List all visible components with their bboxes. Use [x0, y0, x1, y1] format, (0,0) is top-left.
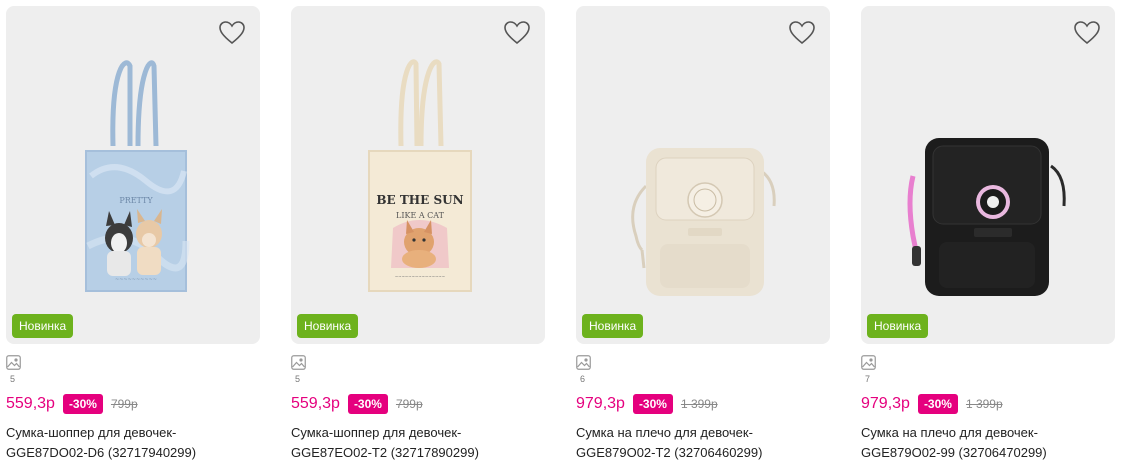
product-title-line[interactable]: Сумка-шоппер для девочек-: [291, 423, 545, 443]
black-crossbody-bag-image: [907, 138, 1066, 296]
current-price: 559,3р: [6, 395, 55, 412]
discount-badge: -30%: [632, 394, 673, 414]
svg-text:~~~~~~~~~~~~~~~: ~~~~~~~~~~~~~~~: [395, 274, 445, 279]
product-title-line[interactable]: GGE87DO02-D6 (32717940299): [6, 443, 260, 463]
product-title-line[interactable]: Сумка на плечо для девочек-: [576, 423, 830, 443]
old-price: 799р: [395, 397, 423, 411]
cream-tote-bag-image: BE THE SUN LIKE A CAT ~~~~~~~~~~~~~~~: [368, 59, 472, 292]
photo-count-value: 5: [295, 374, 301, 384]
photo-count-value: 6: [580, 374, 586, 384]
photo-count-value: 5: [10, 374, 16, 384]
svg-text:PRETTY: PRETTY: [119, 196, 153, 205]
product-card[interactable]: Новинка 7 979,3р -30% 1 399р Сумка на пл…: [861, 6, 1115, 463]
photo-count-value: 7: [865, 374, 871, 384]
discount-badge: -30%: [347, 394, 388, 414]
product-title-line[interactable]: GGE879O02-T2 (32706460299): [576, 443, 830, 463]
product-title-line[interactable]: Сумка-шоппер для девочек-: [6, 423, 260, 443]
photo-count: 5: [291, 355, 545, 386]
product-image[interactable]: Новинка: [861, 6, 1115, 344]
svg-text:BE THE SUN: BE THE SUN: [376, 193, 463, 207]
photo-count: 5: [6, 355, 260, 386]
discount-badge: -30%: [62, 394, 103, 414]
old-price: 1 399р: [680, 397, 718, 411]
current-price: 979,3р: [576, 395, 625, 412]
new-badge: Новинка: [582, 314, 644, 338]
svg-text:LIKE A CAT: LIKE A CAT: [396, 211, 445, 220]
heart-icon[interactable]: [788, 20, 816, 46]
product-title[interactable]: Сумка на плечо для девочек- GGE879O02-99…: [861, 423, 1115, 463]
product-image[interactable]: Новинка: [576, 6, 830, 344]
photo-count: 7: [861, 355, 1115, 386]
old-price: 1 399р: [965, 397, 1003, 411]
denim-tote-bag-image: PRETTY ~~~~~~~~~~: [85, 60, 190, 292]
image-icon: [6, 355, 21, 370]
heart-icon[interactable]: [503, 20, 531, 46]
product-title[interactable]: Сумка-шоппер для девочек- GGE87EO02-T2 (…: [291, 423, 545, 463]
image-icon: [861, 355, 876, 370]
old-price: 799р: [110, 397, 138, 411]
new-badge: Новинка: [12, 314, 74, 338]
price-row: 559,3р -30% 799р: [291, 394, 545, 414]
current-price: 979,3р: [861, 395, 910, 412]
price-row: 559,3р -30% 799р: [6, 394, 260, 414]
price-row: 979,3р -30% 1 399р: [861, 394, 1115, 414]
product-image[interactable]: PRETTY ~~~~~~~~~~ Новинка: [6, 6, 260, 344]
product-card[interactable]: BE THE SUN LIKE A CAT ~~~~~~~~~~~~~~~ Но…: [291, 6, 545, 463]
heart-icon[interactable]: [218, 20, 246, 46]
image-icon: [576, 355, 591, 370]
new-badge: Новинка: [867, 314, 929, 338]
product-title-line[interactable]: Сумка на плечо для девочек-: [861, 423, 1115, 443]
new-badge: Новинка: [297, 314, 359, 338]
svg-text:~~~~~~~~~~: ~~~~~~~~~~: [115, 277, 157, 283]
photo-count: 6: [576, 355, 830, 386]
current-price: 559,3р: [291, 395, 340, 412]
image-icon: [291, 355, 306, 370]
product-card[interactable]: Новинка 6 979,3р -30% 1 399р Сумка на пл…: [576, 6, 830, 463]
product-title-line[interactable]: GGE879O02-99 (32706470299): [861, 443, 1115, 463]
discount-badge: -30%: [917, 394, 958, 414]
heart-icon[interactable]: [1073, 20, 1101, 46]
product-title[interactable]: Сумка на плечо для девочек- GGE879O02-T2…: [576, 423, 830, 463]
product-image[interactable]: BE THE SUN LIKE A CAT ~~~~~~~~~~~~~~~ Но…: [291, 6, 545, 344]
product-title-line[interactable]: GGE87EO02-T2 (32717890299): [291, 443, 545, 463]
product-card[interactable]: PRETTY ~~~~~~~~~~ Новинка 5 559,3р -30%: [6, 6, 260, 463]
price-row: 979,3р -30% 1 399р: [576, 394, 830, 414]
product-title[interactable]: Сумка-шоппер для девочек- GGE87DO02-D6 (…: [6, 423, 260, 463]
cream-crossbody-bag-image: [631, 148, 776, 296]
